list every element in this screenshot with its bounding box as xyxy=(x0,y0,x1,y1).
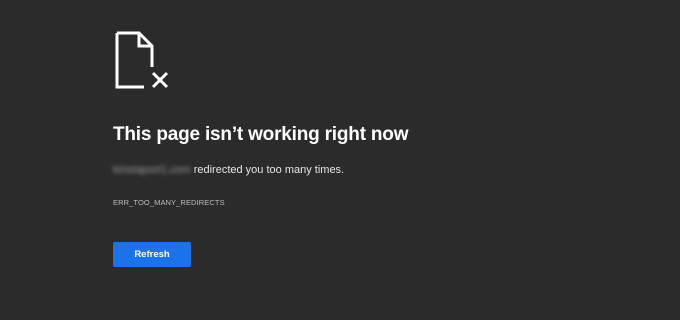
blurred-domain: kinstaport1.com xyxy=(113,164,191,176)
error-code: ERR_TOO_MANY_REDIRECTS xyxy=(113,198,225,207)
page-title: This page isn’t working right now xyxy=(113,124,409,145)
refresh-button[interactable]: Refresh xyxy=(113,242,191,267)
broken-document-icon xyxy=(114,31,172,89)
error-message-text: redirected you too many times. xyxy=(190,164,345,176)
error-message: kinstaport1.com redirected you too many … xyxy=(113,164,344,176)
